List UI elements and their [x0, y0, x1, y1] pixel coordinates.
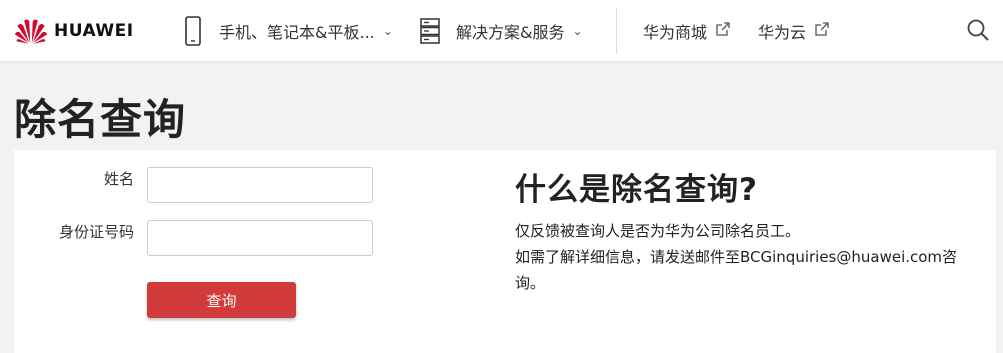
- nav-vmall-label: 华为商城: [643, 23, 708, 42]
- info-title: 什么是除名查询?: [515, 172, 758, 208]
- id-number-input[interactable]: [147, 220, 373, 256]
- query-submit-button[interactable]: 查询: [147, 282, 296, 318]
- name-label: 姓名: [103, 170, 134, 188]
- page-title: 除名查询: [14, 95, 187, 144]
- chevron-down-icon: ⌄: [572, 24, 583, 38]
- nav-cloud-link[interactable]: 华为云: [758, 0, 830, 62]
- brand-wordmark: HUAWEI: [54, 21, 134, 41]
- nav-vmall-link[interactable]: 华为商城: [643, 0, 731, 62]
- nav-solutions[interactable]: 解决方案&服务 ⌄: [420, 0, 583, 62]
- smartphone-icon: [185, 16, 201, 46]
- external-link-icon: [814, 21, 830, 41]
- huawei-logo[interactable]: HUAWEI: [14, 16, 134, 46]
- query-panel: 姓名 身份证号码 查询 什么是除名查询? 仅反馈被查询人是否为华为公司除名员工。…: [14, 150, 996, 353]
- nav-cloud-label: 华为云: [758, 23, 807, 42]
- id-number-label: 身份证号码: [58, 223, 134, 241]
- nav-solutions-label: 解决方案&服务: [456, 23, 565, 42]
- nav-divider: [616, 8, 617, 54]
- info-text-line-2: 如需了解详细信息，请发送邮件至BCGinquiries@huawei.com咨: [515, 248, 958, 266]
- info-text-line-3: 询。: [515, 274, 546, 292]
- nav-products-label: 手机、笔记本&平板...: [219, 23, 375, 42]
- info-text-line-1: 仅反馈被查询人是否为华为公司除名员工。: [515, 222, 801, 240]
- chevron-down-icon: ⌄: [382, 24, 393, 38]
- nav-products[interactable]: 手机、笔记本&平板... ⌄: [185, 0, 393, 62]
- name-input[interactable]: [147, 167, 373, 203]
- external-link-icon: [715, 21, 731, 41]
- search-icon[interactable]: [966, 18, 990, 46]
- top-navigation-bar: HUAWEI 手机、笔记本&平板... ⌄ 解决方案&服务 ⌄ 华为商城 华为云: [0, 0, 1003, 62]
- huawei-flower-icon: [14, 19, 48, 44]
- server-icon: [420, 18, 440, 44]
